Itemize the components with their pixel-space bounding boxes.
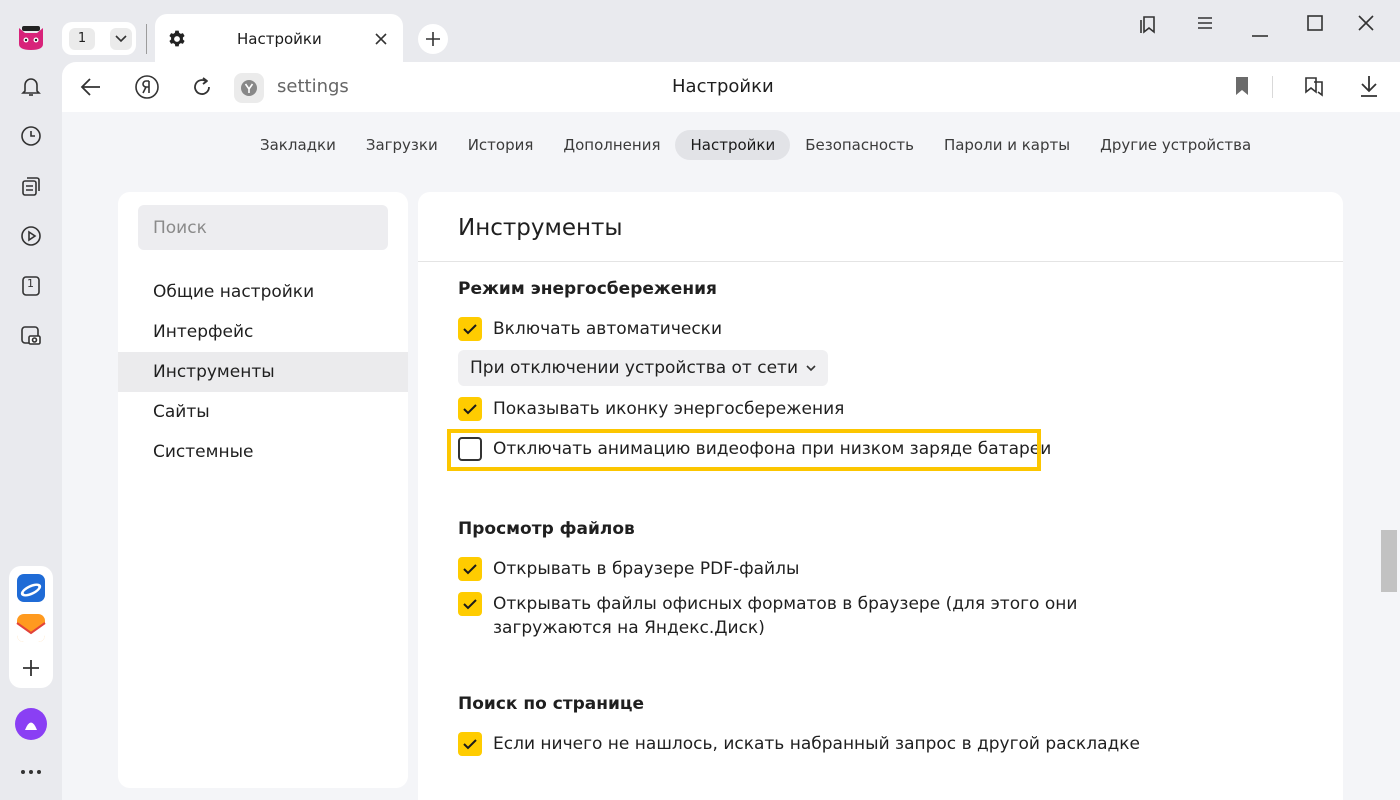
url-text[interactable]: settings	[277, 76, 349, 97]
dropdown-value: При отключении устройства от сети	[470, 358, 798, 378]
reload-icon[interactable]	[190, 75, 214, 103]
bookmarks-panel-icon[interactable]	[1138, 13, 1160, 39]
nav-bookmarks[interactable]: Закладки	[245, 130, 351, 160]
section-title-power-saving: Режим энергосбережения	[458, 279, 717, 299]
more-icon[interactable]	[11, 752, 51, 792]
option-label: Включать автоматически	[493, 319, 722, 339]
download-icon[interactable]	[1358, 74, 1380, 102]
tab-title: Настройки	[237, 30, 322, 48]
settings-sidebar: Общие настройки Интерфейс Инструменты Са…	[118, 192, 408, 788]
checkbox-checked[interactable]	[458, 732, 482, 756]
nav-security[interactable]: Безопасность	[790, 130, 929, 160]
option-search-layout[interactable]: Если ничего не нашлось, искать набранный…	[458, 732, 1193, 756]
tab-counter-button[interactable]: 1	[62, 22, 136, 55]
nav-other-devices[interactable]: Другие устройства	[1085, 130, 1266, 160]
protect-icon[interactable]	[1302, 74, 1326, 102]
section-title-find-in-page: Поиск по странице	[458, 694, 645, 714]
tab-settings[interactable]: Настройки	[155, 14, 403, 62]
checkmark-icon	[463, 599, 477, 610]
power-mode-dropdown[interactable]: При отключении устройства от сети	[458, 350, 828, 386]
option-label: Открывать файлы офисных форматов в брауз…	[493, 594, 1078, 638]
address-bar: settings Настройки	[62, 62, 1400, 112]
option-label: Открывать в браузере PDF-файлы	[493, 559, 800, 579]
page-title: Инструменты	[458, 215, 623, 241]
checkmark-icon	[463, 739, 477, 750]
checkbox-checked[interactable]	[458, 397, 482, 421]
search-input[interactable]	[138, 205, 388, 250]
nav-settings[interactable]: Настройки	[675, 130, 791, 160]
option-label: Если ничего не нашлось, искать набранный…	[493, 734, 1140, 754]
title-divider	[418, 261, 1343, 262]
cat-avatar-icon[interactable]	[11, 18, 51, 58]
alice-icon[interactable]	[11, 704, 51, 744]
close-window-icon[interactable]	[1358, 15, 1374, 35]
site-icon[interactable]	[234, 73, 264, 103]
option-open-pdf[interactable]: Открывать в браузере PDF-файлы	[458, 557, 1193, 581]
gear-icon	[167, 29, 187, 53]
screenshot-icon[interactable]	[11, 316, 51, 356]
bell-icon[interactable]	[11, 66, 51, 106]
left-rail: 1	[0, 0, 62, 800]
sidebar-item-tools[interactable]: Инструменты	[118, 352, 408, 392]
new-tab-button[interactable]	[418, 24, 448, 54]
option-label: Показывать иконку энергосбережения	[493, 399, 845, 419]
option-open-office[interactable]: Открывать файлы офисных форматов в брауз…	[458, 592, 1193, 640]
checkbox-checked[interactable]	[458, 317, 482, 341]
menu-icon[interactable]	[1196, 15, 1214, 35]
nav-passwords[interactable]: Пароли и карты	[929, 130, 1085, 160]
yandex-icon[interactable]	[134, 74, 160, 104]
plus-icon[interactable]	[11, 648, 51, 688]
tab-count: 1	[69, 27, 95, 50]
collections-icon[interactable]	[11, 166, 51, 206]
checkmark-icon	[463, 404, 477, 415]
sidebar-item-general[interactable]: Общие настройки	[118, 272, 408, 312]
scrollbar-thumb[interactable]	[1381, 530, 1397, 592]
minimize-icon[interactable]	[1252, 22, 1268, 41]
plus-icon	[426, 32, 440, 46]
nav-history[interactable]: История	[453, 130, 549, 160]
sidebar-item-interface[interactable]: Интерфейс	[118, 312, 408, 352]
tab-separator	[146, 24, 147, 54]
checkmark-icon	[463, 564, 477, 575]
clock-icon[interactable]	[11, 116, 51, 156]
close-icon[interactable]	[374, 31, 388, 50]
option-show-icon[interactable]: Показывать иконку энергосбережения	[458, 397, 1193, 421]
disk-icon[interactable]	[11, 568, 51, 608]
play-icon[interactable]	[11, 216, 51, 256]
rail-services-group	[9, 566, 53, 688]
sidebar-item-sites[interactable]: Сайты	[118, 392, 408, 432]
mail-icon[interactable]	[11, 608, 51, 648]
checkbox-checked[interactable]	[458, 557, 482, 581]
page-title-omnibox: Настройки	[672, 76, 774, 97]
toolbar-divider	[1272, 76, 1273, 98]
tab-counter-icon[interactable]: 1	[11, 266, 51, 306]
back-icon[interactable]	[80, 77, 102, 101]
settings-nav: Закладки Загрузки История Дополнения Нас…	[245, 130, 1266, 160]
nav-downloads[interactable]: Загрузки	[351, 130, 453, 160]
checkmark-icon	[463, 324, 477, 335]
highlight-frame	[447, 429, 1041, 471]
rail-tab-count: 1	[27, 277, 34, 290]
chevron-down-icon	[806, 364, 816, 371]
bookmark-icon[interactable]	[1234, 76, 1250, 100]
sidebar-item-system[interactable]: Системные	[118, 432, 408, 472]
section-title-file-viewing: Просмотр файлов	[458, 519, 635, 539]
chevron-down-icon[interactable]	[110, 28, 132, 50]
maximize-icon[interactable]	[1307, 15, 1323, 35]
checkbox-checked[interactable]	[458, 592, 482, 616]
nav-extensions[interactable]: Дополнения	[548, 130, 675, 160]
option-enable-auto[interactable]: Включать автоматически	[458, 317, 1193, 341]
settings-main: Инструменты Режим энергосбережения Включ…	[418, 192, 1343, 800]
